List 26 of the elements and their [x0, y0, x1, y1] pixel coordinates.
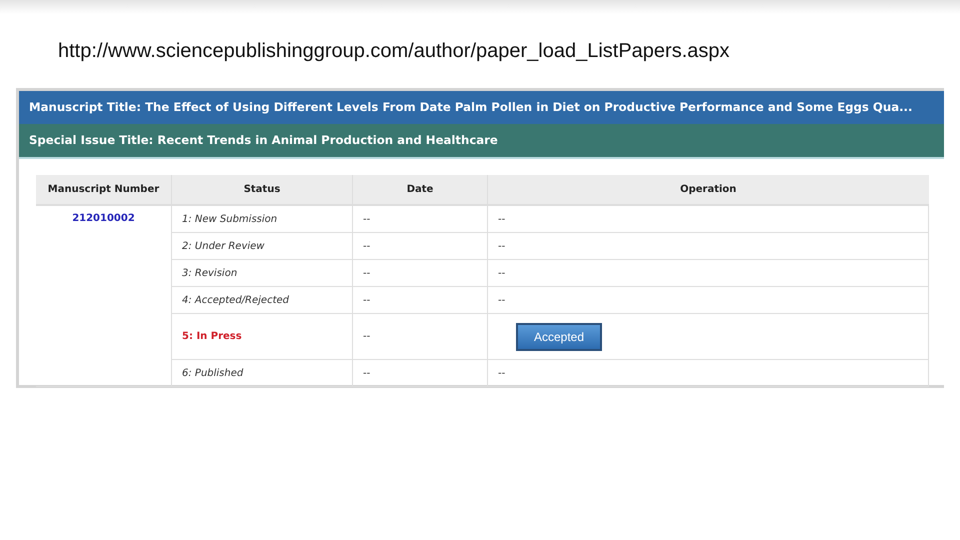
column-header: Date [352, 175, 488, 205]
operation-cell: -- [488, 360, 928, 386]
date-cell: -- [352, 286, 488, 314]
status-cell: 1: New Submission [172, 205, 352, 232]
date-cell: -- [352, 360, 488, 386]
column-header: Operation [488, 175, 928, 205]
date-cell: -- [352, 232, 488, 260]
manuscript-title-bar: Manuscript Title: The Effect of Using Different Levels From Date Palm Pollen in Diet on Productive Performance and Some Eggs Qua... [19, 91, 944, 124]
operation-cell: -- [488, 260, 928, 286]
date-cell: -- [352, 205, 488, 232]
special-issue-title-bar: Special Issue Title: Recent Trends in Animal Production and Healthcare [19, 124, 944, 159]
status-cell: 2: Under Review [172, 232, 352, 260]
column-header: Status [172, 175, 352, 205]
status-cell: 4: Accepted/Rejected [172, 286, 352, 314]
column-header: Manuscript Number [36, 175, 172, 205]
date-cell: -- [352, 314, 488, 360]
status-cell: 5: In Press [172, 314, 352, 360]
status-cell: 6: Published [172, 360, 352, 386]
accepted-button[interactable]: Accepted [516, 322, 602, 350]
operation-cell: -- [488, 205, 928, 232]
date-cell: -- [352, 260, 488, 286]
operation-cell: -- [488, 232, 928, 260]
status-cell: 3: Revision [172, 260, 352, 286]
operation-cell: -- [488, 286, 928, 314]
url-text: http://www.sciencepublishinggroup.com/author/paper_load_ListPapers.aspx [58, 40, 731, 64]
manuscript-number-link[interactable]: 212010002 [72, 213, 135, 224]
